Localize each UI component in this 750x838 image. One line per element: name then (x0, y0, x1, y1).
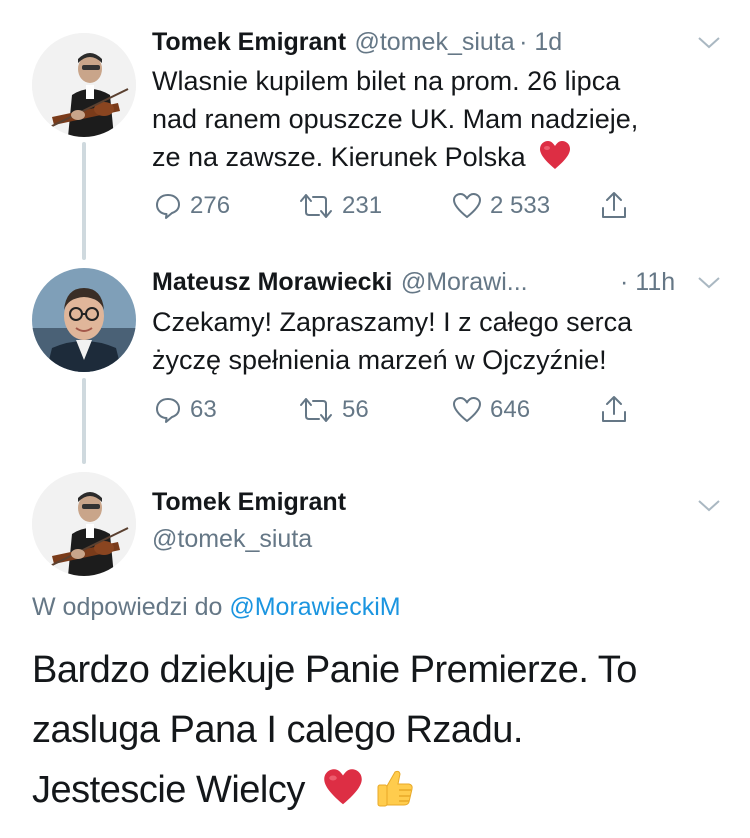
red-heart-emoji (540, 140, 571, 169)
thumbs-up-emoji (377, 770, 413, 807)
tweet-line: Czekamy! Zapraszamy! I z całego serca (152, 307, 633, 337)
reply-button[interactable]: 276 (154, 192, 230, 220)
chevron-down-icon[interactable] (697, 276, 721, 290)
share-icon (602, 396, 626, 422)
share-button[interactable] (600, 190, 628, 220)
red-heart-emoji (324, 769, 362, 805)
avatar-tomek[interactable] (32, 472, 136, 576)
focused-tweet-text: Bardzo dziekuje Panie Premierze. To zasl… (32, 640, 732, 820)
chevron-down-icon[interactable] (697, 499, 721, 513)
retweet-count: 231 (342, 192, 383, 219)
thread-line (82, 142, 86, 260)
share-button[interactable] (600, 394, 628, 424)
author-name[interactable]: Tomek Emigrant (152, 488, 346, 517)
like-button[interactable]: 646 (452, 396, 530, 424)
tweet-line: życzę spełnienia marzeń w Ojczyźnie! (152, 345, 607, 375)
author-name[interactable]: Mateusz Morawiecki (152, 268, 392, 296)
retweet-icon (300, 398, 332, 422)
reply-button[interactable]: 63 (154, 396, 217, 424)
like-icon (453, 397, 481, 422)
tweet-2-header: Mateusz Morawiecki @Morawi... (152, 268, 528, 297)
author-handle[interactable]: @tomek_siuta (354, 28, 514, 56)
like-count: 2 533 (490, 192, 551, 219)
retweet-count: 56 (342, 396, 369, 423)
reply-icon (156, 194, 180, 219)
reply-context: W odpowiedzi do @MorawieckiM (32, 593, 401, 622)
tweet-1-text: Wlasnie kupilem bilet na prom. 26 lipca … (152, 62, 722, 176)
tweet-line: Bardzo dziekuje Panie Premierze. To (32, 649, 637, 691)
reply-count: 63 (190, 396, 217, 423)
like-button[interactable]: 2 533 (452, 192, 550, 220)
tweet-line: nad ranem opuszcze UK. Mam nadzieje, (152, 104, 639, 134)
avatar-morawiecki[interactable] (32, 268, 136, 372)
retweet-icon (300, 194, 332, 218)
retweet-button[interactable]: 56 (298, 396, 369, 424)
reply-to-link[interactable]: @MorawieckiM (229, 593, 400, 621)
tweet-line: ze na zawsze. Kierunek Polska (152, 138, 722, 176)
author-name[interactable]: Tomek Emigrant (152, 28, 346, 56)
author-handle[interactable]: @tomek_siuta (152, 525, 312, 554)
reply-count: 276 (190, 192, 231, 219)
tweet-line: Jestescie Wielcy (32, 760, 732, 820)
timestamp[interactable]: · 1d (519, 28, 562, 56)
thread-line (82, 378, 86, 464)
tweet-line: zasluga Pana I calego Rzadu. (32, 709, 523, 751)
avatar-tomek[interactable] (32, 33, 136, 137)
tweet-1-header: Tomek Emigrant @tomek_siuta · 1d (152, 28, 562, 57)
reply-prefix: W odpowiedzi do (32, 593, 223, 621)
like-count: 646 (490, 396, 531, 423)
tweet-2-text: Czekamy! Zapraszamy! I z całego serca ży… (152, 303, 722, 379)
timestamp[interactable]: · 11h (620, 268, 675, 297)
retweet-button[interactable]: 231 (298, 192, 382, 220)
share-icon (602, 192, 626, 218)
reply-icon (156, 398, 180, 423)
like-icon (453, 193, 481, 218)
tweet-line: Wlasnie kupilem bilet na prom. 26 lipca (152, 66, 621, 96)
author-handle[interactable]: @Morawi... (401, 268, 528, 296)
chevron-down-icon[interactable] (697, 36, 721, 50)
